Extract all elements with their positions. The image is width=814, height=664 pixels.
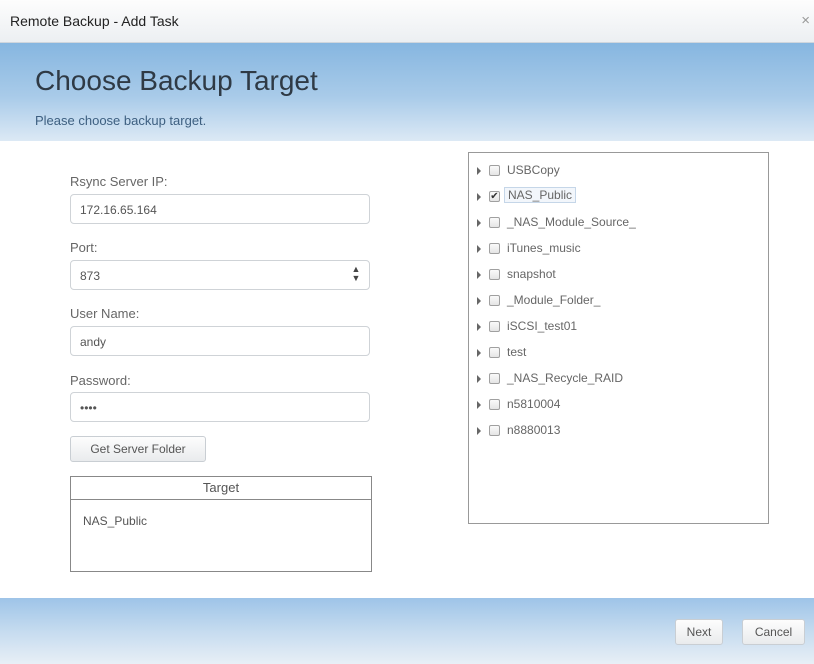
expand-arrow-icon[interactable] — [477, 271, 481, 279]
checkbox[interactable] — [489, 217, 500, 228]
ip-label: Rsync Server IP: — [70, 174, 168, 189]
expand-arrow-icon[interactable] — [477, 401, 481, 409]
checkbox[interactable] — [489, 295, 500, 306]
get-server-folder-button[interactable]: Get Server Folder — [70, 436, 206, 462]
tree-item-label: n5810004 — [507, 397, 561, 411]
wizard-header: Choose Backup Target Please choose backu… — [0, 43, 814, 141]
expand-arrow-icon[interactable] — [477, 297, 481, 305]
close-icon[interactable]: × — [801, 12, 810, 29]
username-value: andy — [80, 335, 107, 349]
dialog-title: Remote Backup - Add Task — [10, 13, 179, 29]
expand-arrow-icon[interactable] — [477, 323, 481, 331]
next-button[interactable]: Next — [675, 619, 723, 645]
checkbox[interactable] — [489, 373, 500, 384]
username-label: User Name: — [70, 306, 140, 321]
target-value: NAS_Public — [83, 514, 148, 528]
checkbox[interactable] — [489, 399, 500, 410]
port-value: 873 — [80, 269, 101, 283]
checkbox[interactable] — [489, 243, 500, 254]
password-input[interactable]: •••• — [70, 392, 370, 422]
dialog-titlebar: Remote Backup - Add Task × — [0, 0, 814, 43]
checkbox[interactable] — [489, 165, 500, 176]
tree-item-label: n8880013 — [507, 423, 561, 437]
page-subtitle: Please choose backup target. — [35, 113, 207, 128]
tree-item-label: _NAS_Recycle_RAID — [507, 371, 624, 385]
expand-arrow-icon[interactable] — [477, 219, 481, 227]
ip-input[interactable]: 172.16.65.164 — [70, 194, 370, 224]
checkbox[interactable] — [489, 269, 500, 280]
page-title: Choose Backup Target — [35, 65, 318, 96]
tree-item-label: test — [507, 345, 527, 359]
wizard-footer: Next Cancel — [0, 598, 814, 664]
expand-arrow-icon[interactable] — [477, 167, 481, 175]
checkbox-checked[interactable]: ✔ — [489, 191, 500, 202]
tree-item-label: _Module_Folder_ — [507, 293, 601, 307]
ip-value: 172.16.65.164 — [80, 203, 157, 217]
port-stepper[interactable]: 873 ▲ ▼ — [70, 260, 370, 290]
spin-down-icon[interactable]: ▼ — [349, 274, 363, 283]
folder-tree[interactable]: USBCopy ✔ NAS_Public _NAS_Module_Source_… — [468, 152, 769, 524]
password-value: •••• — [80, 401, 97, 415]
port-label: Port: — [70, 240, 98, 255]
tree-item-label: _NAS_Module_Source_ — [507, 215, 636, 229]
cancel-button[interactable]: Cancel — [742, 619, 805, 645]
checkbox[interactable] — [489, 321, 500, 332]
target-table: Target NAS_Public — [70, 476, 372, 572]
tree-item-label: NAS_Public — [504, 187, 577, 203]
checkbox[interactable] — [489, 347, 500, 358]
tree-item-label: USBCopy — [507, 163, 560, 177]
spinner-control[interactable]: ▲ ▼ — [349, 265, 363, 285]
expand-arrow-icon[interactable] — [477, 245, 481, 253]
checkbox[interactable] — [489, 425, 500, 436]
tree-item-label: snapshot — [507, 267, 556, 281]
tree-item-label: iTunes_music — [507, 241, 581, 255]
expand-arrow-icon[interactable] — [477, 427, 481, 435]
password-label: Password: — [70, 373, 131, 388]
username-input[interactable]: andy — [70, 326, 370, 356]
tree-item-label: iSCSI_test01 — [507, 319, 578, 333]
expand-arrow-icon[interactable] — [477, 375, 481, 383]
expand-arrow-icon[interactable] — [477, 349, 481, 357]
expand-arrow-icon[interactable] — [477, 193, 481, 201]
target-header: Target — [71, 477, 371, 500]
